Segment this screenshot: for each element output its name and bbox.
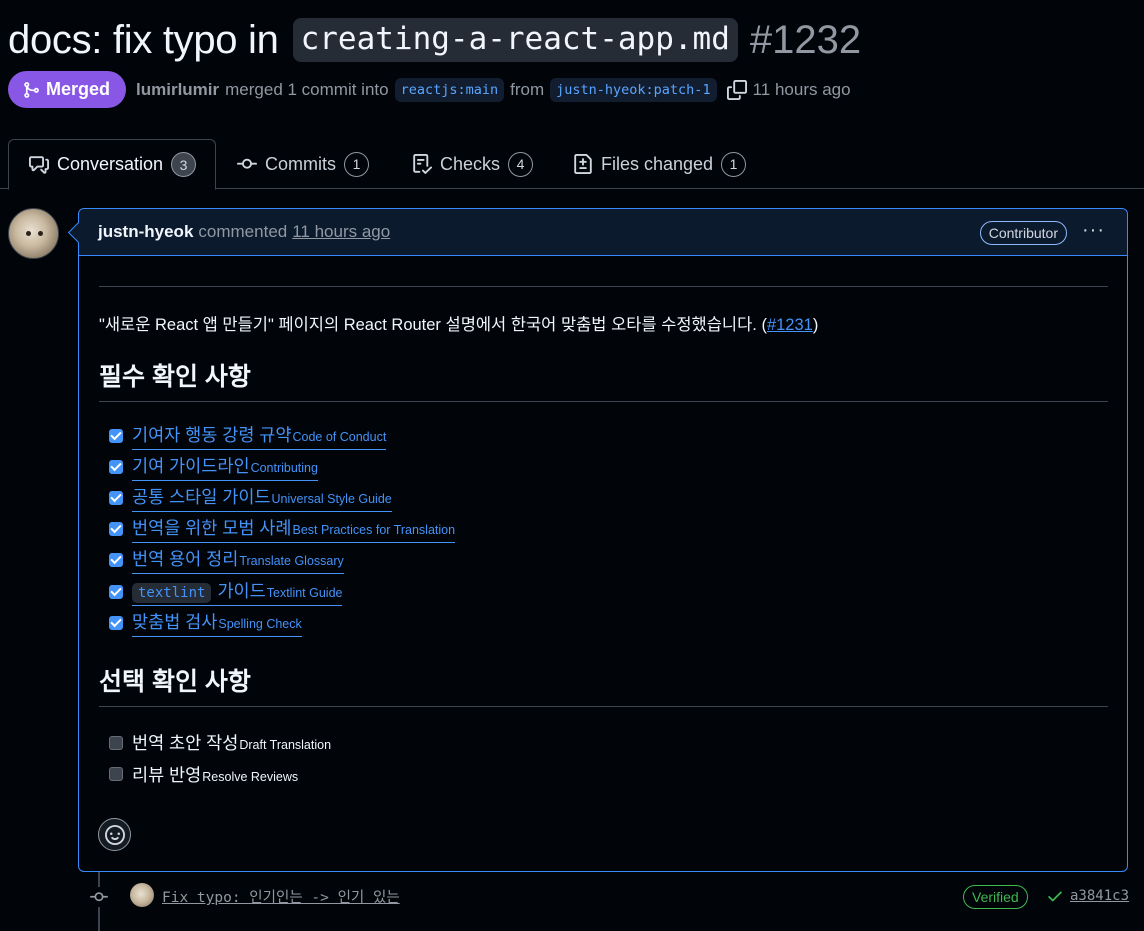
issue-link[interactable]: #1231 [767, 316, 813, 334]
list-item: 맞춤법 검사 Spelling Check [109, 607, 1108, 638]
task-label: 리뷰 반영 Resolve Reviews [132, 764, 299, 785]
checklist-icon [413, 154, 432, 174]
from-text: from [510, 79, 545, 99]
tab-files-changed-label: Files changed [601, 153, 714, 174]
list-item: 번역을 위한 모범 사례 Best Practices for Translati… [109, 514, 1108, 545]
head-branch[interactable]: justn-hyeok:patch-1 [550, 77, 717, 102]
task-link[interactable]: 맞춤법 검사 Spelling Check [132, 609, 302, 637]
task-checkbox[interactable] [109, 615, 123, 630]
tab-commits-label: Commits [265, 153, 336, 174]
pr-meta: Merged lumirlumir merged 1 commit into r… [8, 71, 851, 108]
list-item: 기여자 행동 강령 규약 Code of Conduct [109, 420, 1108, 451]
intro-paragraph: "새로운 React 앱 만들기" 페이지의 React Router 설명에서… [99, 311, 1108, 335]
merge-time: 11 hours ago [752, 79, 851, 99]
inline-code: textlint [132, 582, 212, 603]
avatar[interactable] [8, 208, 59, 259]
kebab-menu-icon[interactable]: ··· [1082, 219, 1105, 242]
tab-checks-label: Checks [440, 153, 501, 174]
task-label: 번역 초안 작성 Draft Translation [132, 733, 332, 754]
tab-commits[interactable]: Commits 1 [237, 139, 369, 189]
list-item: 번역 용어 정리 Translate Glossary [109, 545, 1108, 576]
task-checkbox[interactable] [109, 767, 123, 782]
list-item: 기여 가이드라인 Contributing [109, 451, 1108, 482]
list-item: textlint 가이드 Textlint Guide [109, 576, 1108, 607]
pr-title: docs: fix typo in creating-a-react-app.m… [8, 14, 861, 66]
comment-action: commented [198, 222, 288, 241]
tab-conversation[interactable]: Conversation 3 [8, 139, 216, 190]
pr-number: #1232 [749, 17, 862, 62]
tab-checks-count: 4 [508, 151, 534, 177]
add-reaction-button[interactable] [98, 818, 131, 851]
list-item: 리뷰 반영 Resolve Reviews [109, 759, 1108, 790]
task-link[interactable]: 공통 스타일 가이드 Universal Style Guide [132, 484, 392, 512]
task-checkbox[interactable] [109, 553, 123, 568]
task-link[interactable]: textlint 가이드 Textlint Guide [132, 578, 343, 606]
commit-author-avatar[interactable] [130, 883, 154, 907]
task-link[interactable]: 번역 용어 정리 Translate Glossary [132, 546, 344, 575]
commit-sha-link[interactable]: a3841c3 [1070, 888, 1129, 904]
task-link[interactable]: 기여자 행동 강령 규약 Code of Conduct [132, 422, 387, 450]
pr-title-filename: creating-a-react-app.md [292, 18, 738, 62]
optional-task-list: 번역 초안 작성 Draft Translation 리뷰 반영 Resolve R… [109, 727, 1108, 789]
optional-heading: 선택 확인 사항 [99, 662, 1108, 708]
tab-commits-count: 1 [344, 151, 369, 177]
required-task-list: 기여자 행동 강령 규약 Code of Conduct 기여 가이드라인 Cont… [109, 420, 1108, 638]
comment-body: "새로운 React 앱 만들기" 페이지의 React Router 설명에서… [99, 286, 1108, 790]
tab-checks[interactable]: Checks 4 [412, 139, 534, 189]
comment-discussion-icon [29, 155, 49, 174]
list-item: 번역 초안 작성 Draft Translation [109, 727, 1108, 758]
comment-author[interactable]: justn-hyeok [98, 222, 193, 242]
task-link[interactable]: 번역을 위한 모범 사례 Best Practices for Translati… [132, 515, 456, 544]
git-commit-icon [237, 158, 257, 169]
intro-text: "새로운 React 앱 만들기" 페이지의 React Router 설명에서… [99, 316, 767, 334]
comment-time[interactable]: 11 hours ago [292, 222, 390, 242]
git-commit-icon [89, 887, 109, 907]
comment-header: justn-hyeok commented 11 hours ago Contr… [79, 209, 1127, 256]
check-icon[interactable] [1046, 887, 1064, 910]
task-link[interactable]: 기여 가이드라인 Contributing [132, 453, 318, 481]
pr-title-text: docs: fix typo in [8, 17, 279, 62]
verified-badge[interactable]: Verified [963, 885, 1028, 909]
task-checkbox[interactable] [109, 735, 123, 750]
tab-files-changed-count: 1 [721, 151, 747, 177]
required-heading: 필수 확인 사항 [99, 357, 1108, 402]
git-merge-icon [24, 81, 39, 98]
contributor-badge: Contributor [979, 221, 1067, 245]
base-branch[interactable]: reactjs:main [394, 77, 505, 102]
list-item: 공통 스타일 가이드 Universal Style Guide [109, 482, 1108, 513]
task-checkbox[interactable] [109, 584, 123, 599]
divider [99, 286, 1108, 287]
tab-conversation-label: Conversation [57, 154, 164, 174]
commit-message-link[interactable]: Fix typo: 인기인는 -> 인기 있는 [162, 886, 400, 907]
task-checkbox[interactable] [109, 428, 123, 443]
task-checkbox[interactable] [109, 522, 123, 537]
merge-text: merged 1 commit into [225, 79, 389, 99]
copy-icon[interactable] [726, 79, 747, 100]
task-checkbox[interactable] [109, 490, 123, 505]
tab-files-changed[interactable]: Files changed 1 [573, 139, 747, 189]
smiley-icon [104, 824, 125, 845]
merger-link[interactable]: lumirlumir [136, 80, 219, 100]
file-diff-icon [574, 154, 592, 174]
merged-label: Merged [46, 79, 111, 99]
merged-status-badge: Merged [8, 71, 127, 108]
intro-close: ) [812, 316, 819, 334]
tab-conversation-count: 3 [171, 152, 197, 177]
task-checkbox[interactable] [109, 459, 123, 474]
pr-tabs: Conversation 3 Commits 1 Checks 4 Files … [0, 139, 1144, 190]
pr-description-comment: justn-hyeok commented 11 hours ago Contr… [78, 208, 1128, 872]
